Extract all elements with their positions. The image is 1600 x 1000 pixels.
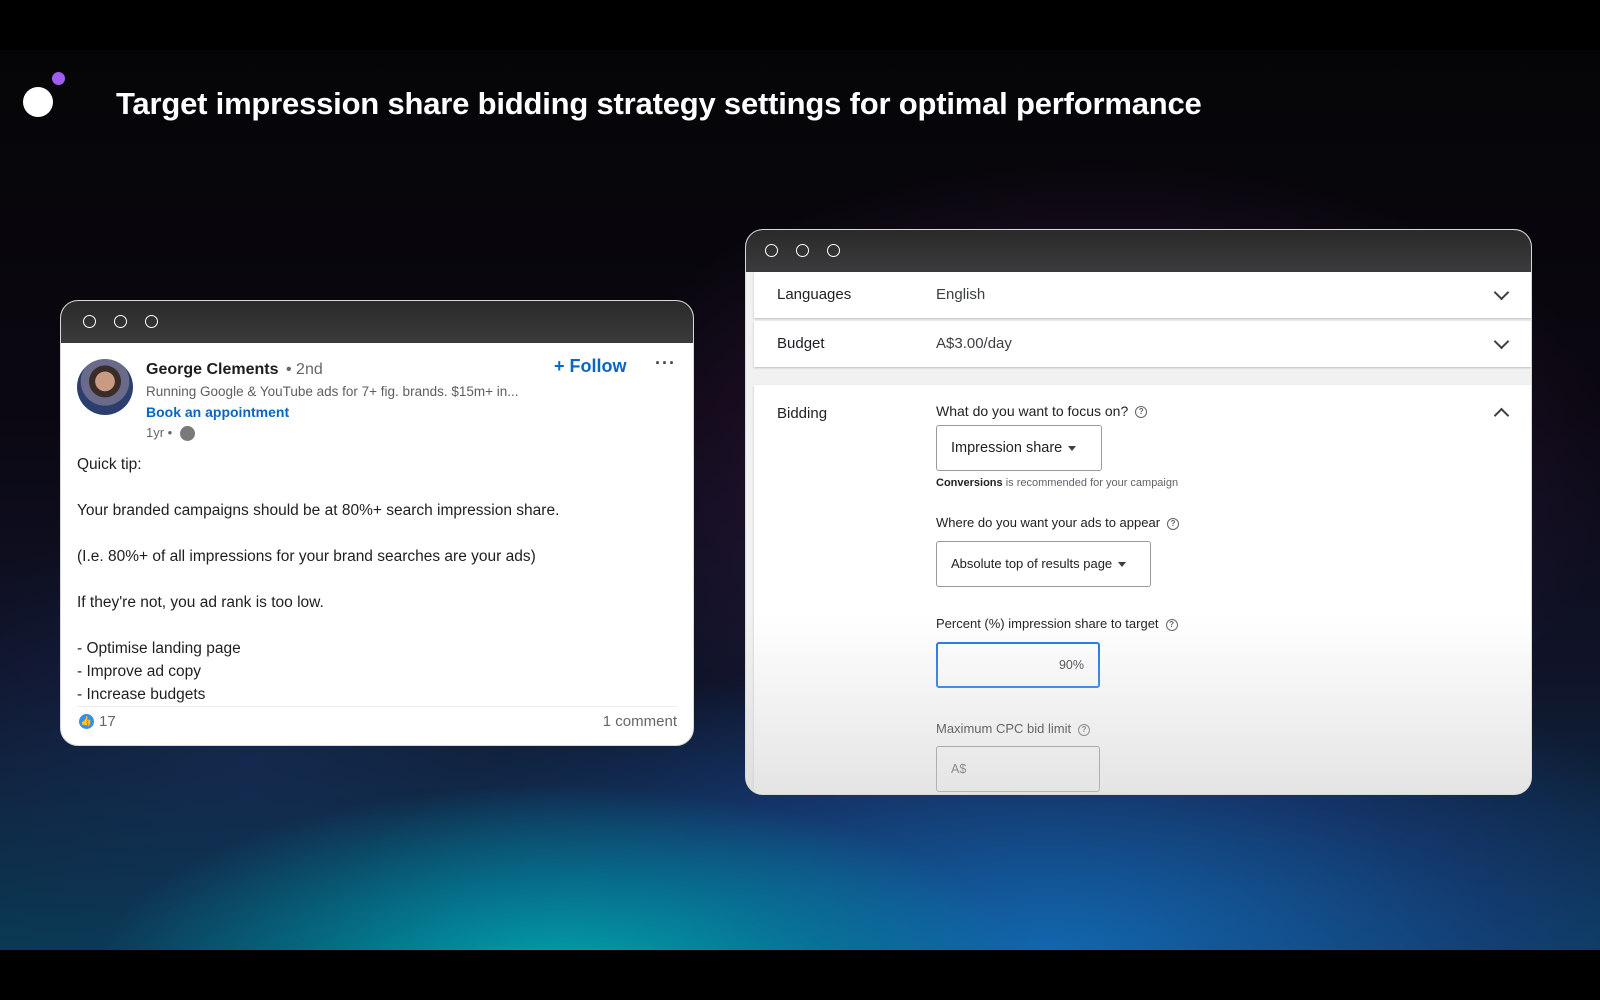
max-cpc-input[interactable]: A$ <box>936 746 1100 792</box>
globe-icon <box>180 426 195 441</box>
settings-content: Languages English Budget A$3.00/day Bidd… <box>746 272 1531 794</box>
help-icon[interactable]: ? <box>1167 517 1180 530</box>
post-footer: 👍 17 1 comment <box>77 706 677 731</box>
post-line: - Improve ad copy <box>77 663 202 680</box>
languages-row[interactable]: Languages English <box>754 272 1531 318</box>
comments-link[interactable]: 1 comment <box>603 713 677 730</box>
focus-select[interactable]: Impression share <box>936 425 1102 471</box>
follow-button[interactable]: + Follow <box>554 356 627 377</box>
chevron-down-icon[interactable] <box>1493 284 1510 301</box>
author-headline: Running Google & YouTube ads for 7+ fig.… <box>146 384 519 399</box>
author-name[interactable]: George Clements <box>146 361 278 379</box>
budget-value: A$3.00/day <box>936 335 1012 352</box>
slide-title: Target impression share bidding strategy… <box>116 86 1202 121</box>
post-body: Quick tip: Your branded campaigns should… <box>77 453 677 706</box>
focus-select-value: Impression share <box>951 440 1063 456</box>
chevron-down-icon[interactable] <box>1493 333 1510 350</box>
post-spacer <box>77 614 677 637</box>
like-reaction-icon[interactable]: 👍 <box>79 714 94 729</box>
post-line: Your branded campaigns should be at 80%+… <box>77 502 560 519</box>
post-spacer <box>77 522 677 545</box>
placement-select-value: Absolute top of results page <box>951 556 1113 571</box>
window-titlebar <box>746 230 1531 272</box>
help-icon[interactable]: ? <box>1078 723 1091 736</box>
dropdown-caret-icon <box>1118 562 1127 568</box>
percent-impression-share-input[interactable]: 90% <box>936 642 1100 688</box>
percent-question-text: Percent (%) impression share to target <box>936 616 1159 631</box>
window-maximize-dot-icon[interactable] <box>145 315 158 328</box>
window-minimize-dot-icon[interactable] <box>796 244 809 257</box>
post-line: If they're not, you ad rank is too low. <box>77 594 324 611</box>
max-cpc-question-label: Maximum CPC bid limit? <box>936 721 1091 736</box>
help-icon[interactable]: ? <box>1135 406 1148 419</box>
recommendation-text: is recommended for your campaign <box>1002 477 1179 489</box>
languages-value: English <box>936 286 986 303</box>
window-minimize-dot-icon[interactable] <box>114 315 127 328</box>
logo-circle-icon <box>23 87 53 117</box>
bidding-panel: Bidding What do you want to focus on?? I… <box>754 385 1531 794</box>
budget-row[interactable]: Budget A$3.00/day <box>754 321 1531 367</box>
book-appointment-link[interactable]: Book an appointment <box>146 404 289 420</box>
focus-question-text: What do you want to focus on? <box>936 403 1129 419</box>
percent-question-label: Percent (%) impression share to target? <box>936 616 1178 631</box>
google-ads-settings-window: Languages English Budget A$3.00/day Bidd… <box>745 229 1532 795</box>
focus-question-label: What do you want to focus on?? <box>936 403 1148 419</box>
post-spacer <box>77 568 677 591</box>
placement-question-label: Where do you want your ads to appear? <box>936 515 1180 530</box>
budget-label: Budget <box>777 335 825 352</box>
window-close-dot-icon[interactable] <box>83 315 96 328</box>
linkedin-post-window: George Clements • 2nd Running Google & Y… <box>60 300 694 746</box>
author-avatar[interactable] <box>77 359 133 415</box>
bidding-label: Bidding <box>777 405 828 422</box>
logo-accent-dot-icon <box>52 72 65 85</box>
recommendation-hint: Conversions is recommended for your camp… <box>936 477 1178 489</box>
window-maximize-dot-icon[interactable] <box>827 244 840 257</box>
max-cpc-question-text: Maximum CPC bid limit <box>936 721 1072 736</box>
recommended-strategy: Conversions <box>936 477 1003 489</box>
help-icon[interactable]: ? <box>1165 618 1178 631</box>
post-line: (I.e. 80%+ of all impressions for your b… <box>77 548 536 565</box>
post-line: Quick tip: <box>77 456 142 473</box>
window-titlebar <box>61 301 693 343</box>
post-time: 1yr • <box>146 425 173 440</box>
more-options-icon[interactable]: ··· <box>655 353 676 374</box>
placement-select[interactable]: Absolute top of results page <box>936 541 1151 587</box>
slide-background: Target impression share bidding strategy… <box>0 50 1600 950</box>
post-line: - Increase budgets <box>77 686 206 703</box>
window-close-dot-icon[interactable] <box>765 244 778 257</box>
connection-degree: • 2nd <box>286 361 323 378</box>
chevron-up-icon[interactable] <box>1493 407 1510 424</box>
post-spacer <box>77 476 677 499</box>
post-line: - Optimise landing page <box>77 640 241 657</box>
reaction-count[interactable]: 17 <box>99 713 116 730</box>
languages-label: Languages <box>777 286 852 303</box>
placement-question-text: Where do you want your ads to appear <box>936 515 1161 530</box>
dropdown-caret-icon <box>1068 445 1077 451</box>
